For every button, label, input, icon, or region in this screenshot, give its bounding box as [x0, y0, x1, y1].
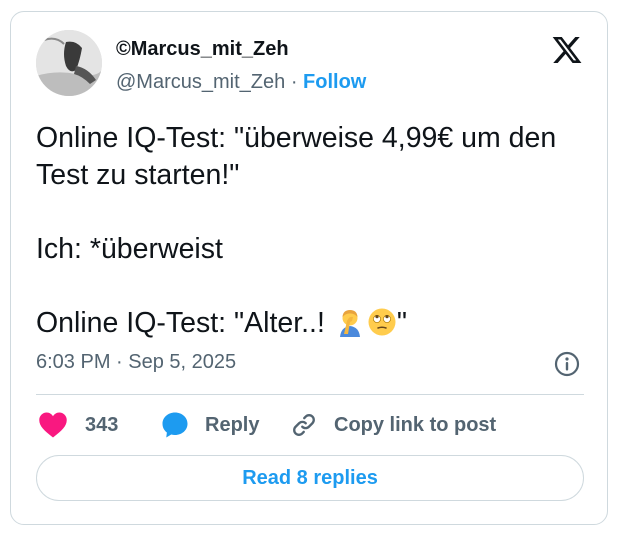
- tweet-line-end: ": [396, 307, 407, 339]
- tweet-card: ©Marcus_mit_Zeh @Marcus_mit_Zeh · Follow…: [10, 11, 608, 525]
- author-handle[interactable]: @Marcus_mit_Zeh: [116, 71, 285, 93]
- timestamp-separator: ·: [116, 351, 123, 373]
- heart-icon: [38, 411, 68, 439]
- face-with-rolling-eyes-icon: [367, 307, 397, 337]
- reply-label: Reply: [205, 413, 260, 436]
- handle-separator: ·: [290, 71, 298, 93]
- reply-button[interactable]: Reply: [160, 409, 259, 441]
- tweet-line: Ich: *überweist: [36, 233, 223, 265]
- person-facepalming-icon: [335, 307, 365, 337]
- tweet-line-text: Online IQ-Test: "Alter..!: [36, 307, 333, 339]
- read-replies-button[interactable]: Read 8 replies: [36, 455, 584, 501]
- info-icon[interactable]: [554, 351, 580, 377]
- follow-button[interactable]: Follow: [303, 71, 366, 93]
- tweet-line: Online IQ-Test: "überweise 4,99€ um den …: [36, 122, 557, 191]
- tweet-text: Online IQ-Test: "überweise 4,99€ um den …: [36, 120, 596, 342]
- timestamp-row[interactable]: 6:03 PM · Sep 5, 2025: [36, 351, 236, 374]
- like-count: 343: [85, 413, 119, 436]
- reply-bubble-icon: [160, 410, 190, 440]
- divider: [36, 394, 584, 395]
- author-handle-row: @Marcus_mit_Zeh · Follow: [116, 71, 366, 94]
- like-button[interactable]: 343: [38, 409, 118, 441]
- avatar[interactable]: [36, 30, 102, 96]
- author-display-name[interactable]: ©Marcus_mit_Zeh: [116, 38, 289, 61]
- timestamp-time: 6:03 PM: [36, 351, 111, 373]
- copy-link-label: Copy link to post: [334, 413, 497, 436]
- copy-link-button[interactable]: Copy link to post: [290, 409, 496, 441]
- timestamp-date: Sep 5, 2025: [128, 351, 237, 373]
- tweet-line: Online IQ-Test: "Alter..! ": [36, 305, 596, 342]
- link-icon: [290, 411, 318, 439]
- x-logo-icon[interactable]: [551, 34, 583, 66]
